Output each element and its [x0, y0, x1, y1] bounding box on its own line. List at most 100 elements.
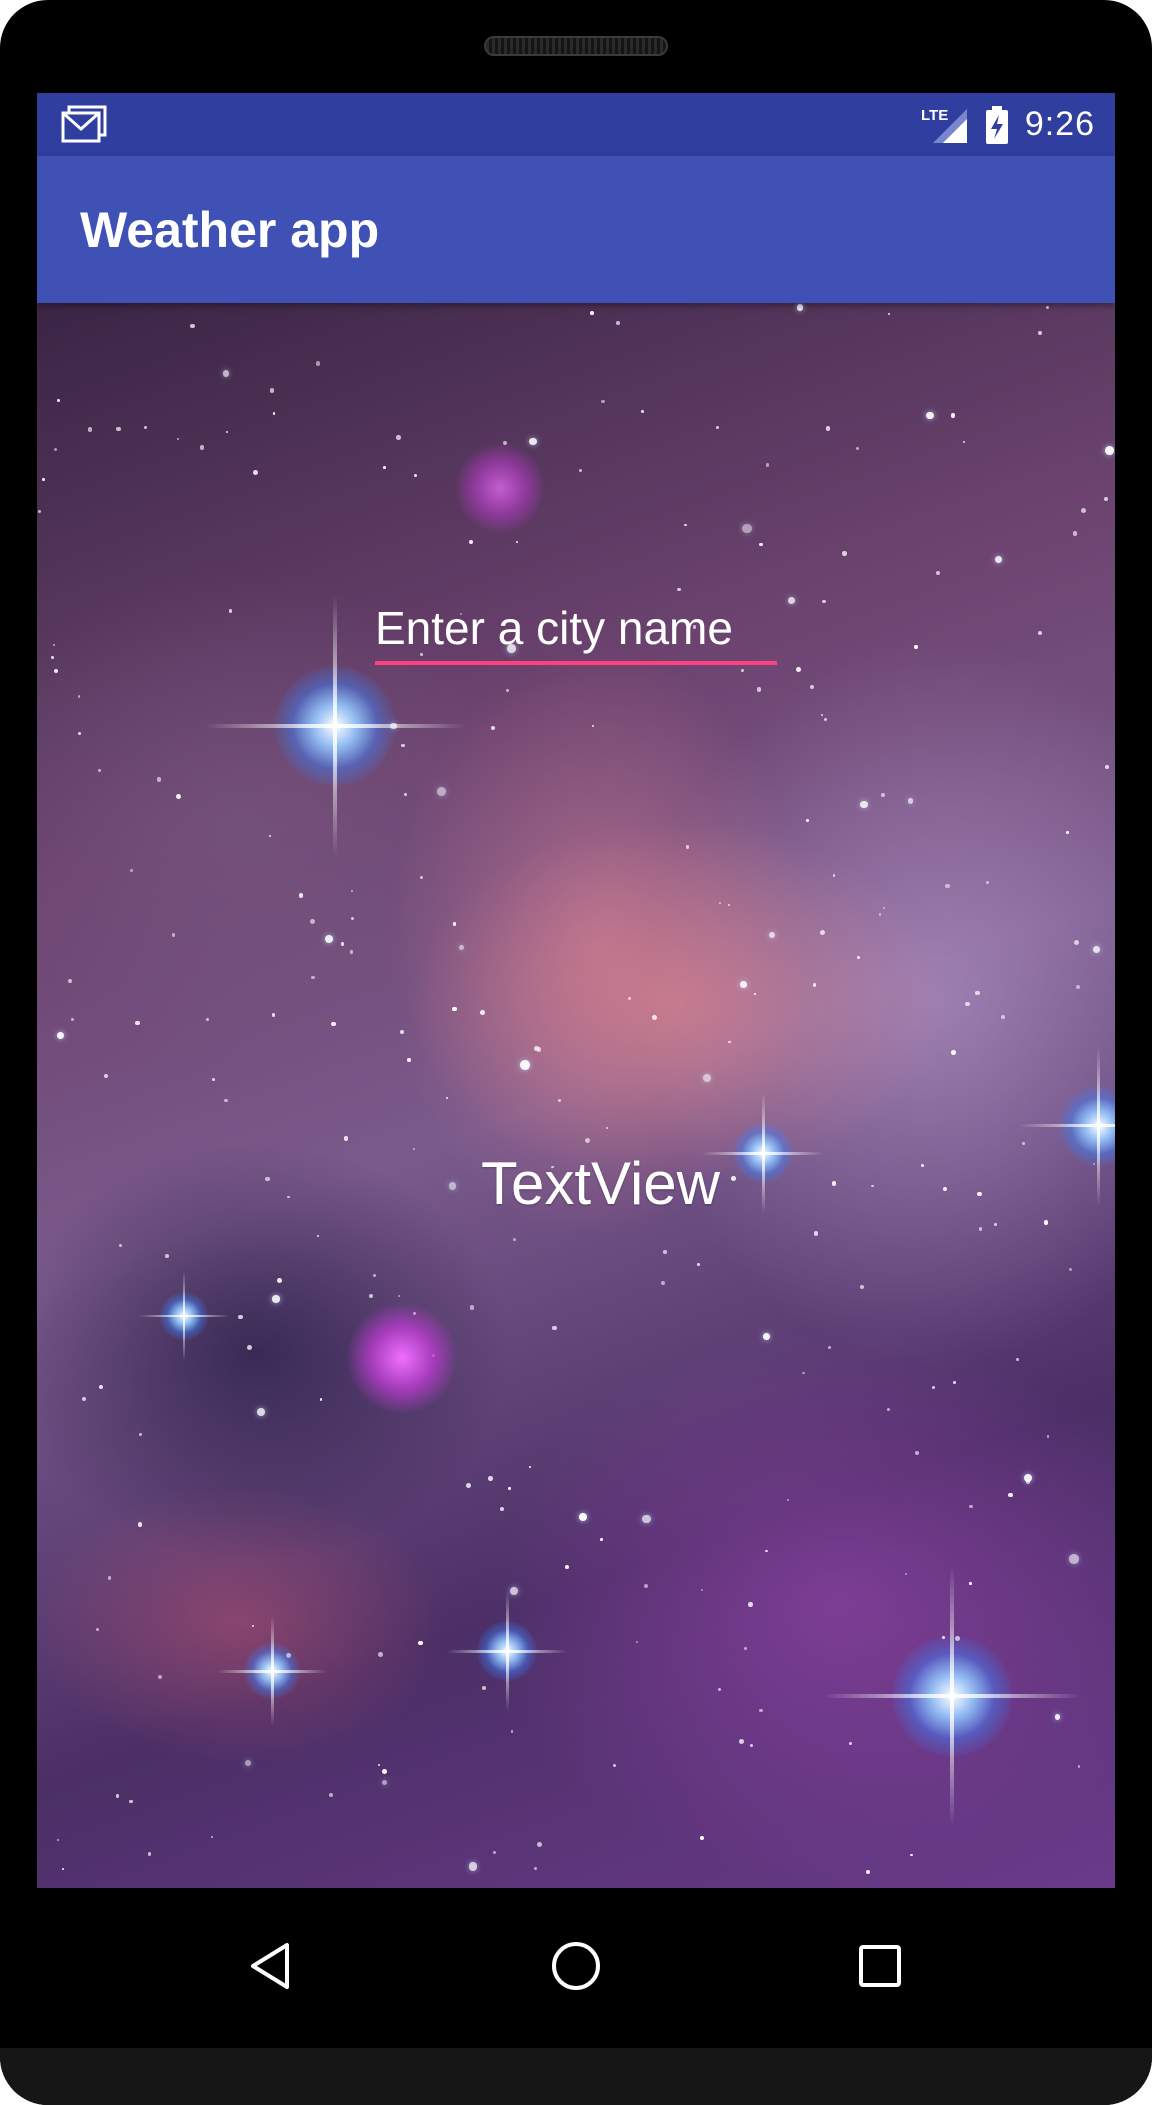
content-area: TextView [37, 303, 1115, 1888]
star-dot [728, 903, 731, 906]
star-dot [252, 470, 258, 476]
star-dot [564, 1564, 569, 1569]
star-dot [812, 983, 817, 987]
status-bar: LTE 9:26 [37, 93, 1115, 156]
star-dot [1065, 831, 1069, 835]
star-dot [373, 1274, 377, 1278]
star-dot [796, 304, 803, 311]
star-dot [907, 798, 914, 804]
app-title: Weather app [80, 201, 380, 258]
star-dot [600, 1538, 603, 1541]
star-dot [459, 945, 465, 951]
star-dot [491, 725, 496, 731]
star-dot [437, 786, 446, 796]
star-dot [741, 668, 744, 672]
star-dot [519, 1059, 530, 1070]
star-dot [505, 688, 509, 692]
star-dot [67, 978, 72, 983]
star-dot [1072, 531, 1078, 536]
star-dot [452, 1006, 457, 1011]
star-dot [965, 1001, 970, 1007]
star-dot [993, 1222, 998, 1227]
device-bottom-bezel [0, 2048, 1152, 2105]
star-dot [962, 440, 966, 444]
star-dot [857, 956, 861, 960]
star-dot [935, 571, 940, 576]
star-dot [397, 1294, 400, 1297]
star-dot [479, 1010, 485, 1016]
star-dot [418, 1640, 423, 1646]
star-dot [228, 609, 233, 613]
back-button[interactable] [232, 1926, 312, 2006]
star-dot [1103, 496, 1108, 502]
recents-square-icon [859, 1945, 901, 1987]
star-dot [703, 1073, 712, 1083]
star-dot [344, 1136, 349, 1141]
star-dot [663, 1250, 667, 1254]
star-dot [677, 587, 681, 592]
star-dot [316, 1234, 320, 1237]
star-dot [139, 1432, 143, 1436]
star-dot [753, 993, 756, 996]
star-dot [330, 1021, 336, 1027]
star-dot [931, 1385, 936, 1390]
phone-frame: LTE 9:26 Weather app Enter a city name T… [0, 0, 1152, 2105]
home-button[interactable] [536, 1926, 616, 2006]
star-dot [368, 1294, 373, 1299]
star-dot [508, 1487, 511, 1490]
star-dot [926, 411, 935, 420]
star-dot [1008, 1492, 1013, 1498]
star-dot [42, 478, 45, 481]
star-dot [350, 890, 354, 893]
star-dot [739, 1739, 744, 1745]
star-dot [118, 1244, 122, 1248]
star-dot [951, 413, 956, 418]
star-dot [969, 1582, 972, 1585]
weather-result-text: TextView [481, 1150, 721, 1217]
star-dot [54, 448, 58, 452]
star-dot [349, 950, 354, 954]
star-dot [210, 1835, 214, 1839]
star-dot [340, 941, 345, 946]
star-dot [107, 1575, 112, 1580]
star-dot [825, 426, 831, 431]
star-dot [661, 1281, 666, 1286]
star-dot [271, 1013, 276, 1018]
star-dot [223, 1098, 228, 1103]
star-dot [579, 1513, 587, 1521]
star-dot [828, 1346, 831, 1349]
star-dot [1016, 1357, 1020, 1361]
star-dot [157, 1674, 162, 1679]
star-dot [468, 1861, 478, 1871]
star-dot [813, 1231, 819, 1237]
star-dot [54, 669, 59, 674]
star-dot [887, 313, 891, 316]
star-dot [251, 1625, 255, 1628]
star-dot [468, 540, 473, 545]
star-dot [57, 1032, 65, 1039]
star-dot [635, 1640, 638, 1643]
star-dot [115, 1794, 120, 1798]
star-dot [171, 933, 176, 938]
star-dot [399, 1030, 404, 1035]
recents-button[interactable] [840, 1926, 920, 2006]
star-dot [465, 1483, 471, 1489]
star-dot [536, 1047, 542, 1052]
star-dot [1046, 1434, 1050, 1438]
star-dot [805, 818, 810, 822]
star-dot [557, 1099, 561, 1103]
star-dot [819, 929, 825, 935]
star-dot [77, 695, 81, 698]
star-dot [601, 399, 605, 404]
star-dot [1022, 1141, 1026, 1145]
star-dot [643, 1583, 649, 1589]
star-dot [1069, 1554, 1079, 1564]
star-dot [606, 1127, 609, 1130]
star-dot [822, 599, 826, 604]
star-dot [717, 1687, 722, 1692]
star-dot [860, 800, 868, 808]
city-name-input[interactable] [375, 603, 777, 665]
star-dot [700, 1588, 704, 1592]
star-dot [589, 311, 594, 315]
star-dot [445, 1097, 448, 1100]
